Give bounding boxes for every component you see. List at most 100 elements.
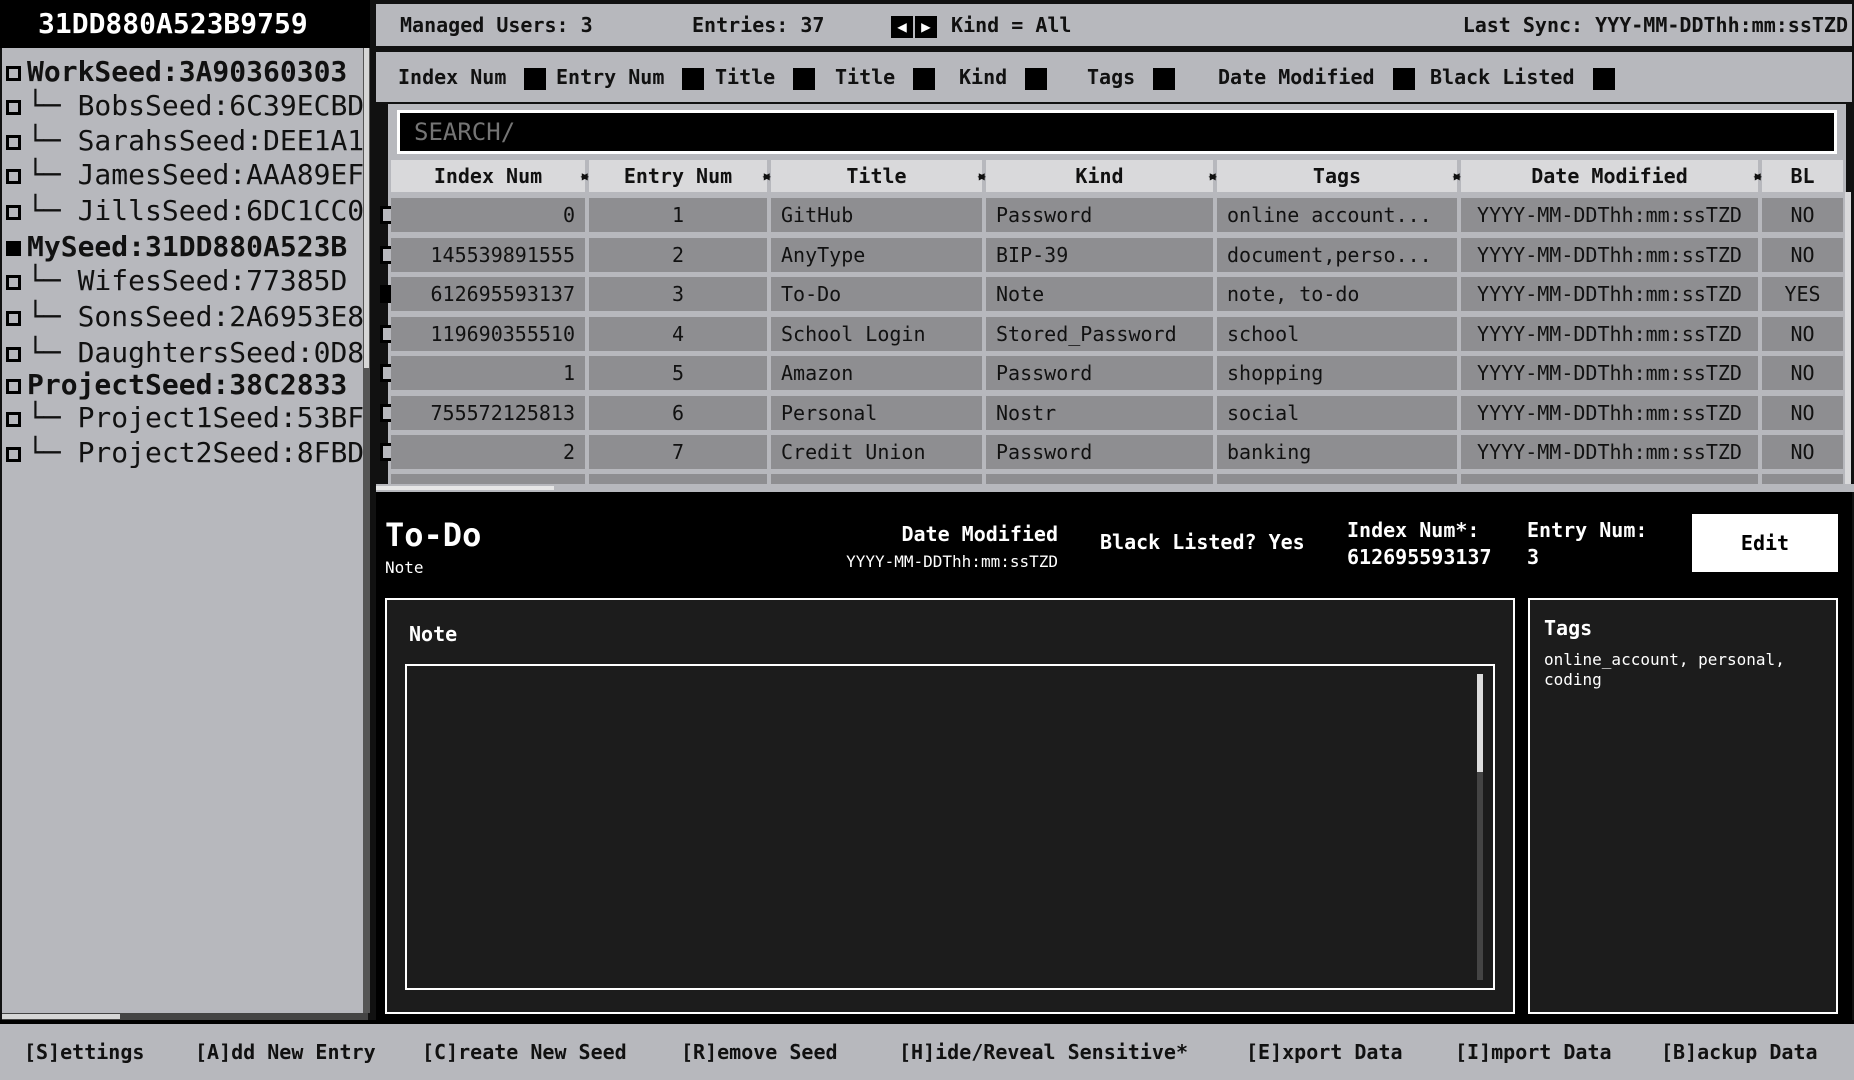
checkbox-icon[interactable] bbox=[913, 67, 936, 90]
checkbox-icon[interactable] bbox=[793, 67, 816, 90]
column-header-tags[interactable]: Tags ◀▶ bbox=[1217, 160, 1463, 192]
column-toggle-title[interactable]: Title bbox=[715, 52, 816, 102]
checkbox-icon[interactable] bbox=[6, 411, 21, 427]
edit-button[interactable]: Edit bbox=[1692, 514, 1838, 572]
column-toggle-title[interactable]: Title bbox=[835, 52, 936, 102]
column-toggle-label: Title bbox=[835, 65, 896, 89]
tree-item[interactable]: └─ WifesSeed:77385D bbox=[2, 262, 347, 300]
tree-item[interactable]: └─ Project2Seed:8FBD bbox=[2, 434, 364, 472]
table-row[interactable]: 119690355510 4 School Login Stored_Password… bbox=[380, 315, 1843, 351]
column-header-label: Tags bbox=[1312, 164, 1362, 188]
checkbox-icon[interactable] bbox=[524, 67, 547, 90]
column-resize-icon[interactable]: ◀▶ bbox=[1209, 160, 1219, 192]
checkbox-icon[interactable] bbox=[1153, 67, 1176, 90]
checkbox-icon[interactable] bbox=[1592, 67, 1615, 90]
tree-item[interactable]: MySeed:31DD880A523B bbox=[2, 228, 347, 266]
checkbox-icon[interactable] bbox=[6, 274, 21, 290]
footer-command-r-emove-seed[interactable]: [R]emove Seed bbox=[681, 1026, 838, 1078]
checkbox-icon[interactable] bbox=[6, 65, 21, 81]
footer-command-s-ettings[interactable]: [S]ettings bbox=[24, 1026, 144, 1078]
checkbox-icon[interactable] bbox=[1025, 67, 1048, 90]
tree-branch-icon: └─ bbox=[27, 436, 61, 469]
cell-entry-num: 5 bbox=[589, 356, 767, 390]
managed-users-count: Managed Users: 3 bbox=[400, 13, 593, 37]
table-row[interactable]: 755572125813 6 Personal Nostr social YYYY-MM-… bbox=[380, 394, 1843, 430]
footer-command-i-mport-data[interactable]: [I]mport Data bbox=[1455, 1026, 1612, 1078]
footer-command-c-reate-new-seed[interactable]: [C]reate New Seed bbox=[422, 1026, 627, 1078]
column-header-date-modified[interactable]: Date Modified ◀▶ bbox=[1461, 160, 1764, 192]
column-header-title[interactable]: Title ◀▶ bbox=[771, 160, 988, 192]
table-row[interactable]: 145539891555 2 AnyType BIP-39 document,perso… bbox=[380, 236, 1843, 272]
checkbox-icon[interactable] bbox=[6, 378, 21, 394]
note-scrollbar[interactable] bbox=[1477, 674, 1483, 980]
footer-command-e-xport-data[interactable]: [E]xport Data bbox=[1246, 1026, 1403, 1078]
table-row[interactable]: 2 7 Credit Union Password banking YYYY-MM-DDT… bbox=[380, 433, 1843, 469]
column-header-index-num[interactable]: Index Num ◀▶ bbox=[391, 160, 591, 192]
column-toggle-index-num[interactable]: Index Num bbox=[398, 52, 547, 102]
column-header-kind[interactable]: Kind ◀▶ bbox=[986, 160, 1219, 192]
cell-entry-num: 2 bbox=[589, 237, 767, 272]
checkbox-icon[interactable] bbox=[6, 310, 21, 326]
checkbox-icon[interactable] bbox=[6, 99, 21, 115]
tree-item[interactable]: └─ JillsSeed:6DC1CC0 bbox=[2, 192, 364, 230]
table-row[interactable]: 0 1 GitHub Password online account... YYYY-MM… bbox=[380, 196, 1843, 232]
kind-prev-icon[interactable]: ◀ bbox=[891, 15, 913, 38]
cell-tags: online account... bbox=[1217, 198, 1457, 232]
tree-branch-icon: └─ bbox=[27, 158, 61, 191]
column-resize-icon[interactable]: ◀▶ bbox=[1453, 160, 1463, 192]
cell-bl: NO bbox=[1762, 237, 1843, 272]
checkbox-icon[interactable] bbox=[1392, 67, 1415, 90]
column-toggle-kind[interactable]: Kind bbox=[959, 52, 1048, 102]
tree-item[interactable]: └─ BobsSeed:6C39ECBD bbox=[2, 87, 364, 125]
tree-branch-icon: └─ bbox=[27, 194, 61, 227]
cell-partial bbox=[391, 474, 585, 484]
tree-item[interactable]: └─ JamesSeed:AAA89EF bbox=[2, 156, 364, 194]
cell-entry-num: 6 bbox=[589, 395, 767, 430]
table-vertical-scrollbar[interactable] bbox=[1845, 192, 1851, 484]
tree-branch-icon: └─ bbox=[27, 401, 61, 434]
tree-item[interactable]: └─ Project1Seed:53BF bbox=[2, 399, 364, 437]
footer-command-a-dd-new-entry[interactable]: [A]dd New Entry bbox=[195, 1026, 376, 1078]
tree-item-label: SonsSeed:2A6953E8 bbox=[77, 300, 365, 333]
column-resize-icon[interactable]: ◀▶ bbox=[763, 160, 773, 192]
column-toggle-entry-num[interactable]: Entry Num bbox=[556, 52, 705, 102]
cell-bl: NO bbox=[1762, 435, 1843, 469]
column-toggle-date-modified[interactable]: Date Modified bbox=[1218, 52, 1415, 102]
checkbox-icon[interactable] bbox=[6, 446, 21, 462]
table-row[interactable]: 1 5 Amazon Password shopping YYYY-MM-DDThh:mm… bbox=[380, 354, 1843, 390]
checkbox-icon[interactable] bbox=[682, 67, 705, 90]
column-header-bl[interactable]: BL bbox=[1762, 160, 1843, 192]
tree-item[interactable]: └─ SonsSeed:2A6953E8 bbox=[2, 298, 364, 336]
kind-next-icon[interactable]: ▶ bbox=[915, 15, 937, 38]
column-resize-icon[interactable]: ◀▶ bbox=[1754, 160, 1764, 192]
column-header-label: Index Num bbox=[433, 164, 543, 188]
tree-item-label: MySeed:31DD880A523B bbox=[27, 230, 348, 263]
column-header-entry-num[interactable]: Entry Num ◀▶ bbox=[589, 160, 773, 192]
checkbox-icon[interactable] bbox=[6, 134, 21, 150]
table-row[interactable]: 612695593137 3 To-Do Note note, to-do YYYY-MM… bbox=[380, 275, 1843, 311]
tags-label: Tags bbox=[1544, 616, 1593, 640]
column-toggle-black-listed[interactable]: Black Listed bbox=[1430, 52, 1615, 102]
cell-index-num: 1 bbox=[391, 356, 585, 390]
checked-checkbox-icon[interactable] bbox=[6, 240, 21, 256]
cell-tags: social bbox=[1217, 395, 1457, 430]
tree-horizontal-scrollbar[interactable] bbox=[2, 1013, 368, 1020]
search-input[interactable] bbox=[397, 110, 1837, 154]
tree-vertical-scrollbar[interactable] bbox=[363, 48, 370, 1013]
checkbox-icon[interactable] bbox=[6, 346, 21, 362]
tree-item[interactable]: └─ SarahsSeed:DEE1A1 bbox=[2, 122, 364, 160]
checkbox-icon[interactable] bbox=[6, 204, 21, 220]
column-toggle-bar: Index Num Entry Num Title Title Kind Tags Date… bbox=[376, 52, 1852, 102]
tree-item[interactable]: WorkSeed:3A90360303 bbox=[2, 53, 347, 91]
cell-kind: Password bbox=[986, 198, 1213, 232]
table-horizontal-scrollbar[interactable] bbox=[376, 484, 1854, 492]
footer-command-h-ide-reveal-sensitive[interactable]: [H]ide/Reveal Sensitive* bbox=[899, 1026, 1188, 1078]
checkbox-icon[interactable] bbox=[6, 168, 21, 184]
note-textarea[interactable] bbox=[405, 664, 1495, 990]
footer-command-b-ackup-data[interactable]: [B]ackup Data bbox=[1661, 1026, 1818, 1078]
column-resize-icon[interactable]: ◀▶ bbox=[581, 160, 591, 192]
column-resize-icon[interactable]: ◀▶ bbox=[978, 160, 988, 192]
tree-item-label: DaughtersSeed:0D8 bbox=[77, 336, 365, 369]
column-header-label: Entry Num bbox=[623, 164, 733, 188]
column-toggle-tags[interactable]: Tags bbox=[1087, 52, 1176, 102]
